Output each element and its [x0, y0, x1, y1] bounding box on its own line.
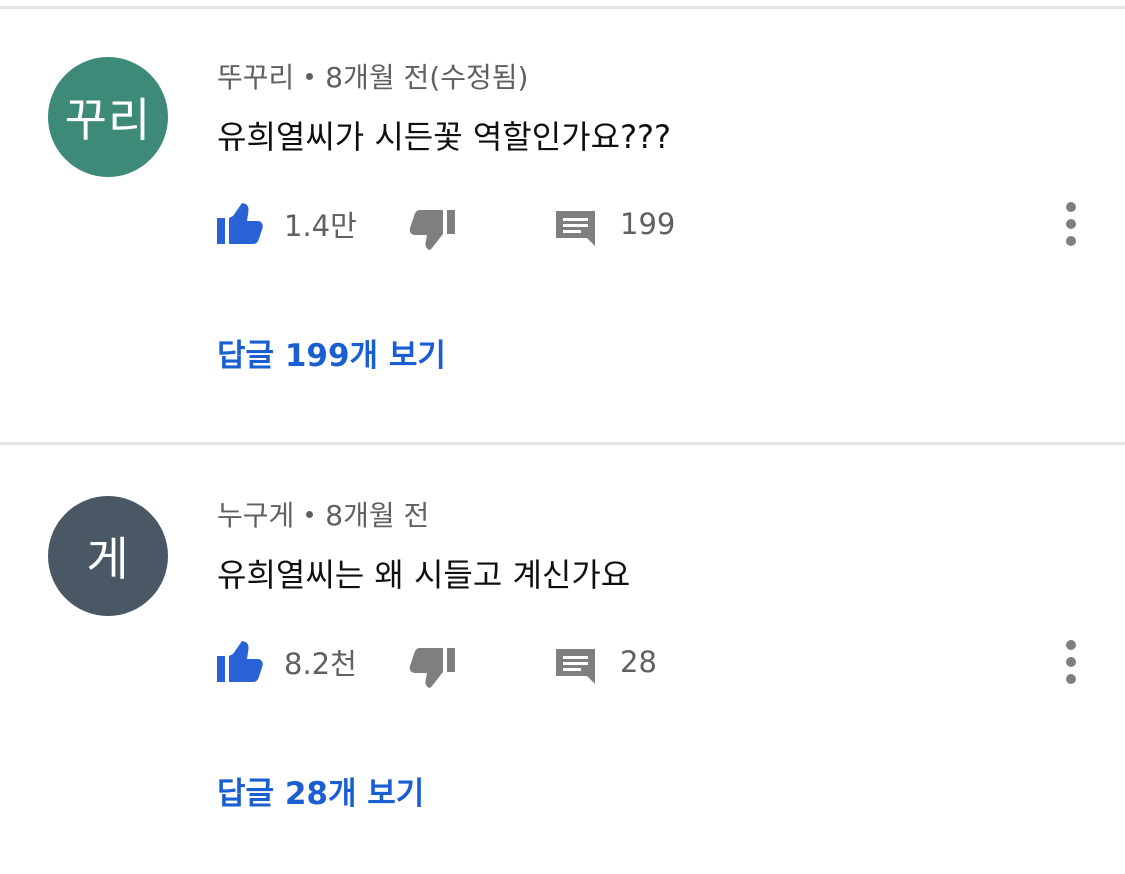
reply-count: 199 — [620, 207, 676, 241]
comment-time: 8개월 전 — [325, 499, 430, 532]
comment-icon — [556, 649, 595, 684]
dislike-button[interactable] — [409, 632, 455, 692]
comment-actions: 1.4만 199 — [0, 194, 1125, 254]
more-vert-icon — [1066, 202, 1076, 212]
comment-meta: 누구게 8개월 전 — [217, 494, 429, 534]
like-button[interactable]: 1.4만 — [216, 194, 357, 254]
reply-button[interactable]: 28 — [556, 632, 657, 692]
reply-count: 28 — [620, 645, 657, 679]
avatar-initials: 꾸리 — [64, 93, 152, 147]
more-options-button[interactable] — [1051, 632, 1091, 692]
comment-text: 유희열씨는 왜 시들고 계신가요 — [217, 556, 631, 594]
more-vert-icon — [1066, 640, 1076, 650]
view-replies-link[interactable]: 답글 28개 보기 — [217, 768, 424, 813]
reply-button[interactable]: 199 — [556, 194, 675, 254]
thumb-down-icon — [409, 210, 455, 250]
thumb-up-icon — [217, 641, 263, 682]
view-replies-link[interactable]: 답글 199개 보기 — [217, 330, 446, 375]
author-name[interactable]: 누구게 — [217, 499, 294, 532]
thumb-down-icon — [409, 648, 455, 688]
avatar-initials: 게 — [86, 532, 130, 586]
more-options-button[interactable] — [1051, 194, 1091, 254]
comment-time: 8개월 전(수정됨) — [325, 61, 529, 94]
comment-meta: 뚜꾸리 8개월 전(수정됨) — [217, 56, 528, 96]
separator-dot — [306, 73, 314, 80]
comment-icon — [556, 211, 595, 246]
avatar[interactable]: 꾸리 — [48, 57, 168, 177]
thumb-up-icon — [217, 203, 263, 244]
author-name[interactable]: 뚜꾸리 — [217, 61, 294, 94]
avatar[interactable]: 게 — [48, 496, 168, 616]
like-button[interactable]: 8.2천 — [216, 632, 357, 692]
like-count: 1.4만 — [284, 209, 357, 243]
separator-dot — [306, 511, 314, 518]
comment-text: 유희열씨가 시든꽃 역할인가요??? — [217, 118, 672, 156]
top-divider — [0, 6, 1125, 9]
comment-divider — [0, 442, 1125, 445]
dislike-button[interactable] — [409, 194, 455, 254]
comments-page: 꾸리 뚜꾸리 8개월 전(수정됨) 유희열씨가 시든꽃 역할인가요??? 1.4만 — [0, 0, 1125, 874]
comment-actions: 8.2천 28 — [0, 632, 1125, 692]
like-count: 8.2천 — [284, 647, 357, 681]
